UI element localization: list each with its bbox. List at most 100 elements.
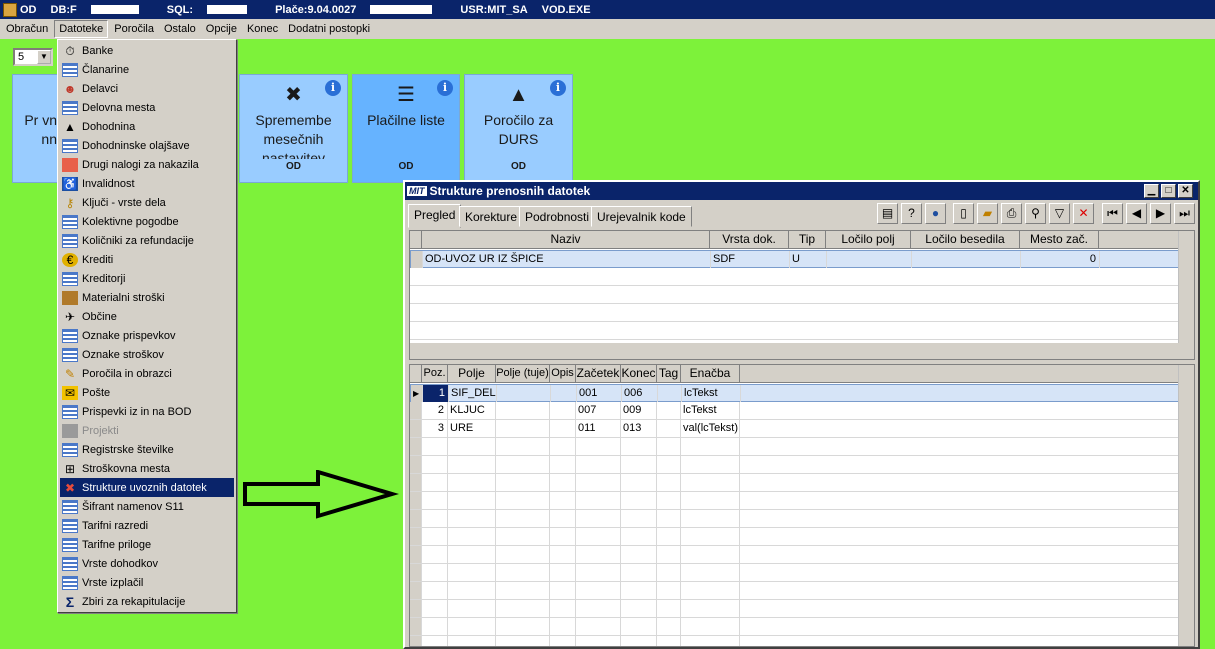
info-icon[interactable]: i (325, 80, 341, 96)
vertical-scrollbar[interactable] (1178, 365, 1194, 646)
table-cell[interactable] (550, 456, 576, 473)
col-locilo-besedila[interactable]: Ločilo besedila (911, 231, 1020, 249)
table-row[interactable] (410, 636, 1180, 646)
table-cell[interactable] (681, 600, 740, 617)
table-cell[interactable] (422, 510, 448, 527)
table-cell[interactable] (550, 546, 576, 563)
table-cell[interactable] (576, 636, 621, 646)
table-cell[interactable] (422, 528, 448, 545)
col-tag[interactable]: Tag (657, 365, 681, 383)
help-screen-icon[interactable]: ? (901, 203, 922, 224)
col-mesto-zac[interactable]: Mesto zač. (1020, 231, 1099, 249)
menu-ostalo[interactable]: Ostalo (160, 21, 200, 37)
cell-konec[interactable]: 009 (621, 402, 657, 419)
cell-polje-tuje[interactable] (496, 420, 550, 437)
table-row[interactable] (410, 510, 1180, 528)
tile-placilne-liste[interactable]: ☰ i Plačilne liste OD (352, 74, 460, 183)
next-record-icon[interactable]: ▶ (1150, 203, 1171, 224)
table-cell[interactable] (496, 546, 550, 563)
tab-podrobnosti[interactable]: Podrobnosti (519, 206, 596, 227)
menu-dodatni-postopki[interactable]: Dodatni postopki (284, 21, 374, 37)
maximize-icon[interactable]: □ (1161, 184, 1176, 198)
table-cell[interactable] (422, 456, 448, 473)
table-cell[interactable] (576, 456, 621, 473)
table-cell[interactable] (621, 456, 657, 473)
menu-item-zbiri[interactable]: Σ Zbiri za rekapitulacije (60, 592, 234, 611)
table-cell[interactable] (550, 438, 576, 455)
menu-item-obcine[interactable]: ✈ Občine (60, 307, 234, 326)
table-cell[interactable] (657, 582, 681, 599)
table-row[interactable] (410, 456, 1180, 474)
table-cell[interactable] (657, 636, 681, 646)
table-row[interactable] (410, 304, 1180, 322)
col-zacetek[interactable]: Začetek (576, 365, 621, 383)
minimize-icon[interactable]: ▁ (1144, 184, 1159, 198)
cell-tag[interactable] (657, 402, 681, 419)
table-row[interactable] (410, 474, 1180, 492)
cell-poz[interactable]: 3 (422, 420, 448, 437)
info-help-icon[interactable]: ● (925, 203, 946, 224)
cell-zacetek[interactable]: 001 (577, 385, 622, 402)
table-cell[interactable] (576, 492, 621, 509)
table-cell[interactable] (448, 528, 496, 545)
table-cell[interactable] (496, 636, 550, 646)
table-row[interactable]: 3 URE 011 013 val(lcTekst) (410, 420, 1180, 438)
col-polje-tuje[interactable]: Polje (tuje) (496, 365, 550, 383)
table-cell[interactable] (681, 474, 740, 491)
close-icon[interactable]: ✕ (1178, 184, 1193, 198)
menu-item-invalidnost[interactable]: ♿ Invalidnost (60, 174, 234, 193)
last-record-icon[interactable]: ⏭ (1174, 203, 1195, 224)
tab-pregled[interactable]: Pregled (408, 204, 462, 228)
table-cell[interactable] (496, 510, 550, 527)
vertical-scrollbar[interactable] (1178, 231, 1194, 343)
period-combo[interactable]: 5 ▼ (13, 48, 53, 66)
delete-icon[interactable]: ✕ (1073, 203, 1094, 224)
cell-zacetek[interactable]: 007 (576, 402, 621, 419)
menu-item-porocila-obrazci[interactable]: ✎ Poročila in obrazci (60, 364, 234, 383)
menu-opcije[interactable]: Opcije (202, 21, 241, 37)
first-record-icon[interactable]: ⏮ (1102, 203, 1123, 224)
menu-item-oznake-stroskov[interactable]: Oznake stroškov (60, 345, 234, 364)
cell-enacba[interactable]: lcTekst (682, 385, 741, 402)
menu-item-kljuci[interactable]: ⚷ Ključi - vrste dela (60, 193, 234, 212)
table-cell[interactable] (448, 564, 496, 581)
cell-konec[interactable]: 006 (622, 385, 658, 402)
table-cell[interactable] (550, 618, 576, 635)
menu-item-dohodninske-olajsave[interactable]: Dohodninske olajšave (60, 136, 234, 155)
cell-opis[interactable] (550, 402, 576, 419)
table-cell[interactable] (422, 618, 448, 635)
table-cell[interactable] (496, 582, 550, 599)
menu-item-tarifni-razredi[interactable]: Tarifni razredi (60, 516, 234, 535)
table-cell[interactable] (681, 618, 740, 635)
menu-item-kolektivne-pogodbe[interactable]: Kolektivne pogodbe (60, 212, 234, 231)
table-cell[interactable] (422, 582, 448, 599)
cell-tip[interactable]: U (790, 251, 827, 268)
cell-tag[interactable] (658, 385, 682, 402)
col-vrsta-dok[interactable]: Vrsta dok. (710, 231, 789, 249)
table-cell[interactable] (681, 546, 740, 563)
search-icon[interactable]: ⚲ (1025, 203, 1046, 224)
table-cell[interactable] (422, 546, 448, 563)
table-cell[interactable] (448, 492, 496, 509)
cell-poz[interactable]: 1 (423, 385, 449, 402)
table-cell[interactable] (422, 564, 448, 581)
cell-enacba[interactable]: lcTekst (681, 402, 740, 419)
table-cell[interactable] (657, 510, 681, 527)
table-row[interactable] (410, 322, 1180, 340)
table-cell[interactable] (621, 564, 657, 581)
menu-item-poste[interactable]: ✉ Pošte (60, 383, 234, 402)
table-cell[interactable] (448, 456, 496, 473)
tab-korekture[interactable]: Korekture (459, 206, 524, 227)
table-cell[interactable] (422, 474, 448, 491)
tile-porocilo-durs[interactable]: ▲ i Poročilo za DURS OD (464, 74, 573, 183)
info-icon[interactable]: i (550, 80, 566, 96)
col-opis[interactable]: Opis (550, 365, 576, 383)
col-enacba[interactable]: Enačba (681, 365, 740, 383)
table-cell[interactable] (576, 618, 621, 635)
menu-item-tarifne-priloge[interactable]: Tarifne priloge (60, 535, 234, 554)
menu-obracun[interactable]: Obračun (2, 21, 52, 37)
cell-vrsta-dok[interactable]: SDF (711, 251, 790, 268)
table-cell[interactable] (448, 636, 496, 646)
menu-item-stroskovna-mesta[interactable]: ⊞ Stroškovna mesta (60, 459, 234, 478)
cell-mesto-zac[interactable]: 0 (1021, 251, 1100, 268)
